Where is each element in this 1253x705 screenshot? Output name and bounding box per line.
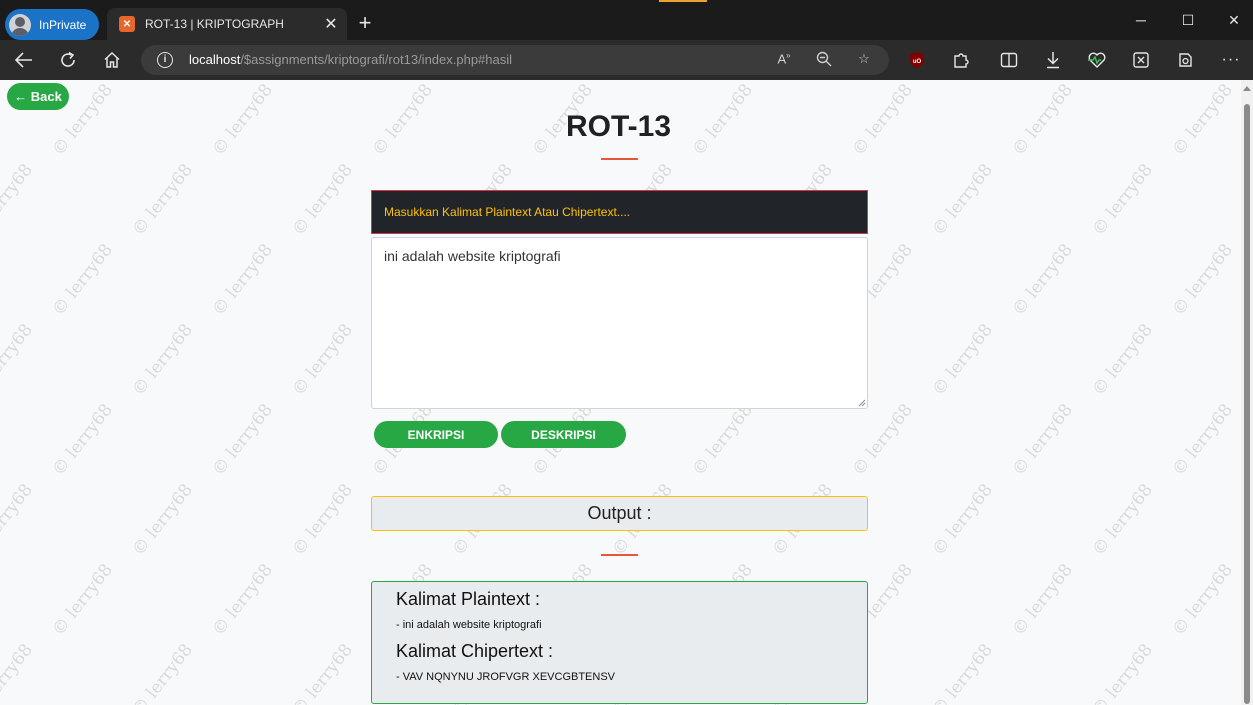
back-arrow-icon[interactable] <box>11 48 37 72</box>
watermark-text: © lerry68 <box>1088 160 1157 240</box>
watermark-text: © lerry68 <box>1088 320 1157 400</box>
plaintext-heading: Kalimat Plaintext : <box>396 589 541 609</box>
split-screen-icon[interactable] <box>996 48 1022 72</box>
watermark-text: © lerry68 <box>1088 480 1157 560</box>
watermark-text: © lerry68 <box>208 400 277 480</box>
window-accent <box>659 0 707 2</box>
watermark-text: © lerry68 <box>0 640 37 705</box>
collections-icon[interactable] <box>1128 48 1154 72</box>
tab-title: ROT-13 | KRIPTOGRAPH <box>145 17 284 31</box>
svg-text:uO: uO <box>913 59 922 65</box>
watermark-text: © lerry68 <box>1008 240 1077 320</box>
watermark-text: © lerry68 <box>928 480 997 560</box>
page-scrollbar[interactable] <box>1241 80 1253 705</box>
xampp-favicon-icon: ✕ <box>119 16 135 32</box>
more-menu-icon[interactable]: ··· <box>1218 48 1244 72</box>
watermark-text: © lerry68 <box>48 240 117 320</box>
copilot-icon[interactable] <box>1172 48 1198 72</box>
ciphertext-value: - VAV NQNYNU JROFVGR XEVCGBTENSV <box>396 671 616 683</box>
encrypt-button[interactable]: ENKRIPSI <box>374 421 498 448</box>
decrypt-button[interactable]: DESKRIPSI <box>501 421 626 448</box>
watermark-text: © lerry68 <box>928 320 997 400</box>
input-prompt-text: Masukkan Kalimat Plaintext Atau Chiperte… <box>384 205 631 219</box>
input-prompt-bar: Masukkan Kalimat Plaintext Atau Chiperte… <box>371 190 868 234</box>
zoom-icon[interactable] <box>814 51 834 70</box>
plaintext-value: - ini adalah website kriptografi <box>396 619 542 631</box>
profile-avatar-icon <box>9 13 31 36</box>
browser-tab-active[interactable]: ✕ ROT-13 | KRIPTOGRAPH ✕ <box>107 8 347 40</box>
watermark-text: © lerry68 <box>208 240 277 320</box>
textarea-resize-handle[interactable] <box>857 398 866 407</box>
scroll-up-arrow-icon[interactable] <box>1243 86 1251 91</box>
watermark-text: © lerry68 <box>1088 640 1157 705</box>
inprivate-label: InPrivate <box>39 17 87 32</box>
extensions-puzzle-icon[interactable] <box>948 48 974 72</box>
output-header: Output : <box>371 496 868 531</box>
watermark-text: © lerry68 <box>928 160 997 240</box>
watermark-text: © lerry68 <box>1168 240 1237 320</box>
browser-essentials-icon[interactable] <box>1084 48 1110 72</box>
watermark-text: © lerry68 <box>48 560 117 640</box>
scrollbar-thumb[interactable] <box>1244 104 1250 704</box>
site-info-icon[interactable]: i <box>157 52 173 68</box>
web-page: © lerry68 © lerry68 © lerry68 © lerry68 © le… <box>0 80 1253 705</box>
refresh-icon[interactable] <box>55 48 81 72</box>
watermark-text: © lerry68 <box>1008 560 1077 640</box>
watermark-text: © lerry68 <box>848 400 917 480</box>
title-underline <box>601 158 638 160</box>
output-underline <box>601 554 638 556</box>
watermark-text: © lerry68 <box>0 320 37 400</box>
back-button[interactable]: ← Back <box>7 83 69 110</box>
watermark-text: © lerry68 <box>128 480 197 560</box>
favorite-star-icon[interactable]: ☆ <box>854 51 874 67</box>
inprivate-profile-button[interactable]: InPrivate <box>5 9 99 40</box>
watermark-text: © lerry68 <box>288 160 357 240</box>
new-tab-button[interactable]: + <box>353 11 377 35</box>
watermark-text: © lerry68 <box>288 480 357 560</box>
watermark-text: © lerry68 <box>48 400 117 480</box>
watermark-text: © lerry68 <box>128 320 197 400</box>
url-text: localhost/$assignments/kriptografi/rot13… <box>189 52 513 67</box>
text-input-area[interactable]: ini adalah website kriptografi <box>371 237 868 409</box>
maximize-icon[interactable]: ☐ <box>1178 10 1198 30</box>
watermark-text: © lerry68 <box>688 400 757 480</box>
downloads-icon[interactable] <box>1040 48 1066 72</box>
close-window-icon[interactable]: ✕ <box>1224 10 1244 30</box>
watermark-text: © lerry68 <box>0 480 37 560</box>
watermark-text: © lerry68 <box>128 160 197 240</box>
watermark-text: © lerry68 <box>1168 400 1237 480</box>
minimize-icon[interactable]: ─ <box>1131 10 1151 30</box>
watermark-text: © lerry68 <box>288 320 357 400</box>
ublock-extension-icon[interactable]: uO <box>904 48 930 72</box>
home-icon[interactable] <box>99 48 125 72</box>
watermark-text: © lerry68 <box>208 560 277 640</box>
browser-toolbar: i localhost/$assignments/kriptografi/rot… <box>0 40 1253 80</box>
browser-titlebar: InPrivate ✕ ROT-13 | KRIPTOGRAPH ✕ + ─ ☐… <box>0 0 1253 40</box>
result-panel: Kalimat Plaintext : - ini adalah website… <box>371 581 868 704</box>
watermark-text: © lerry68 <box>288 640 357 705</box>
watermark-text: © lerry68 <box>128 640 197 705</box>
ciphertext-heading: Kalimat Chipertext : <box>396 641 554 661</box>
address-bar[interactable]: i localhost/$assignments/kriptografi/rot… <box>141 45 889 75</box>
page-title: ROT-13 <box>565 110 672 143</box>
close-tab-icon[interactable]: ✕ <box>319 14 343 34</box>
watermark-text: © lerry68 <box>0 160 37 240</box>
watermark-text: © lerry68 <box>1008 400 1077 480</box>
watermark-text: © lerry68 <box>1168 560 1237 640</box>
read-aloud-icon[interactable]: A» <box>774 51 794 66</box>
watermark-text: © lerry68 <box>928 640 997 705</box>
